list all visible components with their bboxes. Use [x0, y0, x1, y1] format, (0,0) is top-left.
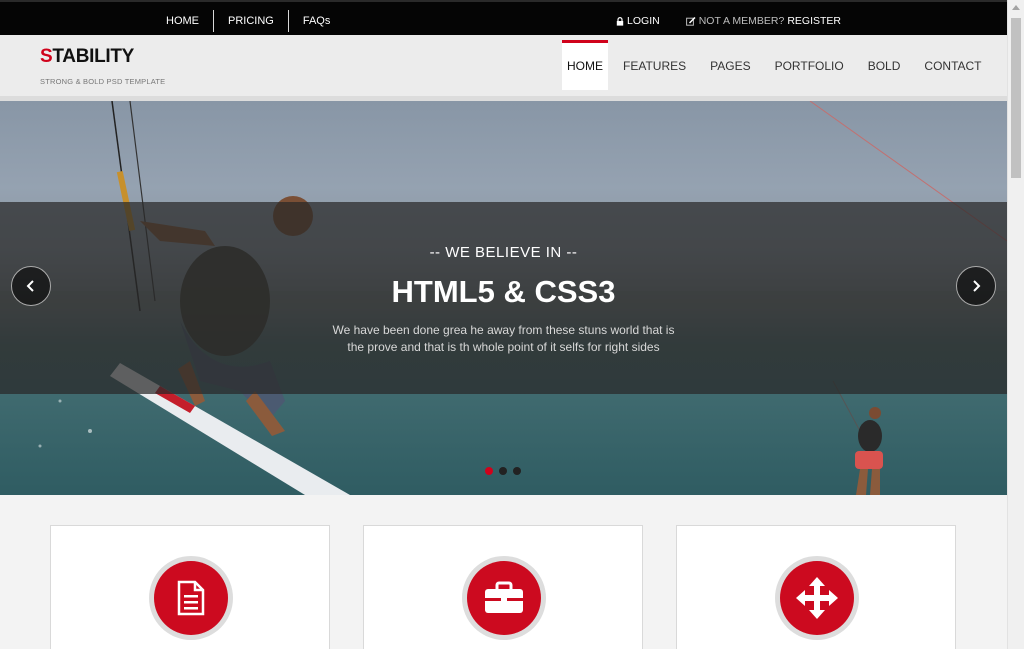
slider-prev-button[interactable]	[11, 266, 51, 306]
slide-dot-3[interactable]	[513, 467, 521, 475]
slide-dot-1[interactable]	[485, 467, 493, 475]
logo[interactable]: STABILITY	[40, 46, 134, 68]
lock-icon	[616, 16, 624, 26]
register-link[interactable]: NOT A MEMBER? REGISTER	[685, 2, 841, 35]
vertical-scrollbar[interactable]	[1007, 0, 1024, 649]
feature-icon-circle	[149, 556, 233, 640]
account-links: LOGIN NOT A MEMBER? REGISTER	[590, 2, 841, 35]
scroll-thumb[interactable]	[1011, 18, 1021, 178]
chevron-right-icon	[973, 280, 981, 292]
slider-next-button[interactable]	[956, 266, 996, 306]
tagline: STRONG & BOLD PSD TEMPLATE	[40, 77, 166, 86]
feature-card	[50, 525, 330, 649]
page: HOME PRICING FAQs LOGIN NOT A MEMBER? RE…	[0, 0, 1007, 649]
top-nav-pricing[interactable]: PRICING	[214, 2, 288, 35]
nav-contact[interactable]: CONTACT	[919, 40, 986, 90]
slider-pagination	[485, 467, 527, 475]
main-nav: HOME FEATURES PAGES PORTFOLIO BOLD CONTA…	[562, 40, 1001, 90]
nav-features[interactable]: FEATURES	[618, 40, 691, 90]
feature-icon-circle	[775, 556, 859, 640]
hero-tagline: -- WE BELIEVE IN --	[429, 244, 578, 261]
feature-icon-circle	[462, 556, 546, 640]
nav-pages[interactable]: PAGES	[705, 40, 755, 90]
member-prompt: NOT A MEMBER?	[698, 15, 785, 27]
slide-dot-2[interactable]	[499, 467, 507, 475]
nav-portfolio[interactable]: PORTFOLIO	[770, 40, 849, 90]
login-label: LOGIN	[627, 15, 660, 27]
nav-home[interactable]: HOME	[562, 40, 608, 90]
top-bar: HOME PRICING FAQs LOGIN NOT A MEMBER? RE…	[0, 0, 1007, 35]
feature-card	[363, 525, 643, 649]
hero-slider: -- WE BELIEVE IN -- HTML5 & CSS3 We have…	[0, 101, 1007, 495]
top-nav-home[interactable]: HOME	[152, 2, 213, 35]
briefcase-icon	[485, 581, 523, 613]
chevron-left-icon	[26, 280, 34, 292]
edit-icon	[685, 16, 696, 26]
hero-headline: HTML5 & CSS3	[391, 274, 616, 309]
top-nav-faqs[interactable]: FAQs	[289, 2, 345, 35]
register-label: REGISTER	[787, 15, 841, 27]
login-link[interactable]: LOGIN	[616, 2, 660, 35]
document-icon	[177, 580, 205, 616]
hero-description: We have been done grea he away from thes…	[332, 323, 675, 354]
move-arrows-icon	[796, 577, 838, 619]
feature-card	[676, 525, 956, 649]
site-header: STABILITY STRONG & BOLD PSD TEMPLATE HOM…	[0, 35, 1007, 96]
nav-bold[interactable]: BOLD	[863, 40, 906, 90]
top-nav: HOME PRICING FAQs	[152, 2, 344, 35]
scroll-up-arrow-icon[interactable]	[1012, 5, 1020, 10]
